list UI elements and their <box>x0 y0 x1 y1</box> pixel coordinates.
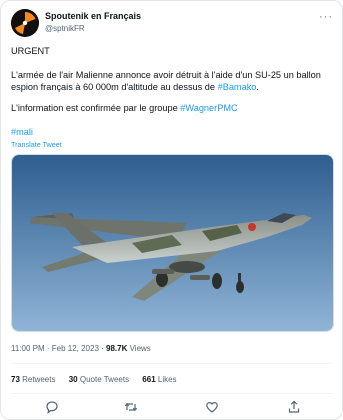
views-label: Views <box>127 344 151 353</box>
share-icon[interactable] <box>286 399 302 415</box>
tweet-card: Spoutenik en Français @sptnikFR ··· URGE… <box>0 0 343 420</box>
retweets-label: Retweets <box>19 375 56 384</box>
retweets-count: 73 <box>11 375 20 384</box>
avatar[interactable] <box>11 9 39 37</box>
heart-icon[interactable] <box>204 399 220 415</box>
quotes-count: 30 <box>68 375 78 384</box>
engagement-stats: 73 Retweets 30 Quote Tweets 661 Likes <box>11 375 188 384</box>
more-dots-icon[interactable]: ··· <box>319 12 333 23</box>
hashtag-wagnerpmc[interactable]: #WagnerPMC <box>180 103 237 113</box>
tweet-text-announcement: L'armée de l'air Malienne annonce avoir … <box>11 69 333 93</box>
likes-stat[interactable]: 661 Likes <box>142 375 176 384</box>
likes-count: 661 <box>142 375 156 384</box>
divider <box>11 363 332 364</box>
quote-tweets-stat[interactable]: 30 Quote Tweets <box>69 375 129 384</box>
retweets-stat[interactable]: 73 Retweets <box>11 375 55 384</box>
reply-icon[interactable] <box>44 399 60 415</box>
hashtag-bamako[interactable]: #Bamako <box>218 82 257 92</box>
likes-label: Likes <box>155 375 177 384</box>
divider <box>11 393 332 394</box>
confirmation-text: L'information est confirmée par le group… <box>11 103 181 113</box>
meta-separator: · <box>98 344 107 353</box>
account-handle[interactable]: @sptnikFR <box>45 24 85 33</box>
quotes-label: Quote Tweets <box>77 375 130 384</box>
announcement-text: L'armée de l'air Malienne annonce avoir … <box>11 70 321 92</box>
tweet-header: Spoutenik en Français @sptnikFR ··· <box>11 9 333 37</box>
action-bar <box>11 399 332 415</box>
tweet-text-confirmation: L'information est confirmée par le group… <box>11 102 333 114</box>
tweet-text-urgent: URGENT <box>11 46 50 56</box>
views-count: 98.7K <box>106 344 128 353</box>
retweet-icon[interactable] <box>123 399 139 415</box>
translate-tweet-link[interactable]: Translate Tweet <box>11 140 62 149</box>
tweet-meta: 11:00 PM · Feb 12, 2023 · 98.7K Views <box>11 344 151 353</box>
tweet-timestamp[interactable]: 11:00 PM · Feb 12, 2023 <box>11 344 99 353</box>
announcement-end: . <box>256 82 259 92</box>
tweet-photo[interactable] <box>11 154 334 332</box>
account-name[interactable]: Spoutenik en Français <box>45 11 141 21</box>
hashtag-mali[interactable]: #mali <box>11 126 333 138</box>
